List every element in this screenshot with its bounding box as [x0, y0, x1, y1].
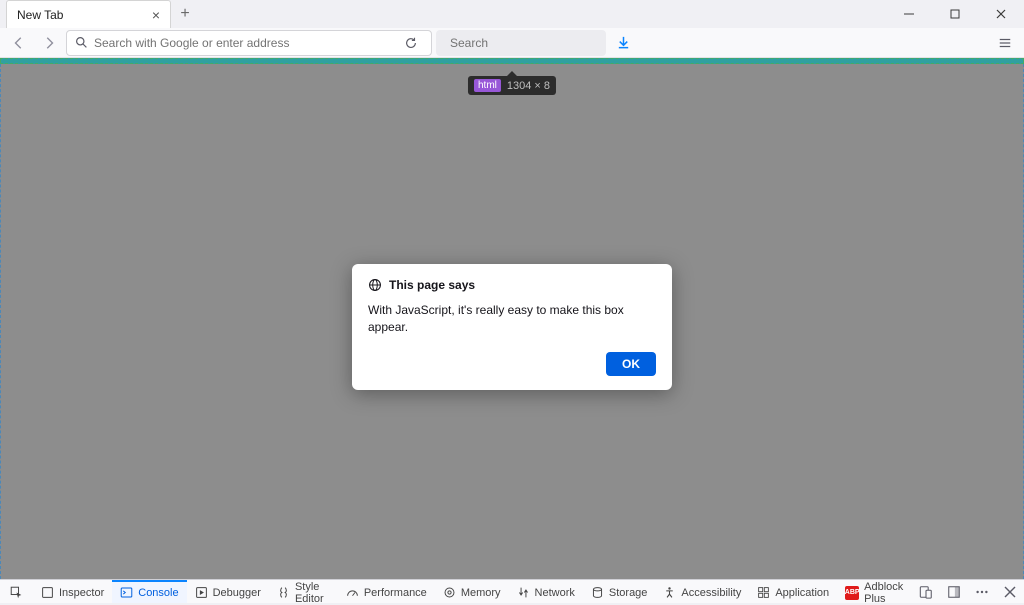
tab-console[interactable]: Console: [112, 580, 186, 603]
search-input[interactable]: [450, 36, 605, 50]
tab-style-editor[interactable]: Style Editor: [269, 580, 338, 603]
dialog-actions: OK: [368, 352, 656, 376]
url-bar[interactable]: [66, 30, 432, 56]
back-button[interactable]: [6, 30, 32, 56]
dialog-message: With JavaScript, it's really easy to mak…: [368, 302, 656, 336]
tab-storage[interactable]: Storage: [583, 580, 656, 603]
abp-icon: ABP: [845, 586, 859, 600]
devtools-toolbar: Inspector Console Debugger Style Editor …: [0, 579, 1024, 603]
tab-inspector[interactable]: Inspector: [33, 580, 112, 603]
toolbar: [0, 28, 1024, 58]
tabstrip: New Tab × +: [0, 0, 199, 28]
url-input[interactable]: [94, 36, 393, 50]
content-area: html 1304 × 8 This page says With JavaSc…: [0, 58, 1024, 579]
tab-debugger[interactable]: Debugger: [187, 580, 269, 603]
forward-button[interactable]: [36, 30, 62, 56]
dialog-header: This page says: [368, 278, 656, 292]
tab-adblock[interactable]: ABPAdblock Plus: [837, 580, 912, 603]
ok-button[interactable]: OK: [606, 352, 656, 376]
browser-tab[interactable]: New Tab ×: [6, 0, 171, 28]
element-picker[interactable]: [0, 580, 33, 603]
tooltip-tag: html: [474, 79, 501, 92]
tab-application[interactable]: Application: [749, 580, 837, 603]
element-tooltip: html 1304 × 8: [468, 76, 556, 95]
responsive-mode-button[interactable]: [912, 580, 940, 603]
maximize-button[interactable]: [932, 0, 978, 28]
minimize-button[interactable]: [886, 0, 932, 28]
more-options-button[interactable]: [968, 580, 996, 603]
tab-title: New Tab: [17, 8, 63, 22]
tab-performance[interactable]: Performance: [338, 580, 435, 603]
search-icon: [75, 36, 88, 49]
tab-accessibility[interactable]: Accessibility: [655, 580, 749, 603]
app-menu-button[interactable]: [992, 30, 1018, 56]
close-window-button[interactable]: [978, 0, 1024, 28]
new-tab-button[interactable]: +: [171, 0, 199, 28]
window-controls: [886, 0, 1024, 28]
close-tab-icon[interactable]: ×: [152, 7, 160, 23]
search-bar[interactable]: [436, 30, 606, 56]
dock-side-button[interactable]: [940, 580, 968, 603]
globe-icon: [368, 278, 382, 292]
reload-button[interactable]: [399, 36, 423, 50]
tooltip-dimensions: 1304 × 8: [507, 80, 550, 92]
tab-memory[interactable]: Memory: [435, 580, 509, 603]
titlebar: New Tab × +: [0, 0, 1024, 28]
dialog-title: This page says: [389, 278, 475, 292]
devtools-right: [912, 580, 1024, 603]
close-devtools-button[interactable]: [996, 580, 1024, 603]
tab-network[interactable]: Network: [509, 580, 583, 603]
downloads-button[interactable]: [610, 30, 636, 56]
alert-dialog: This page says With JavaScript, it's rea…: [352, 264, 672, 390]
